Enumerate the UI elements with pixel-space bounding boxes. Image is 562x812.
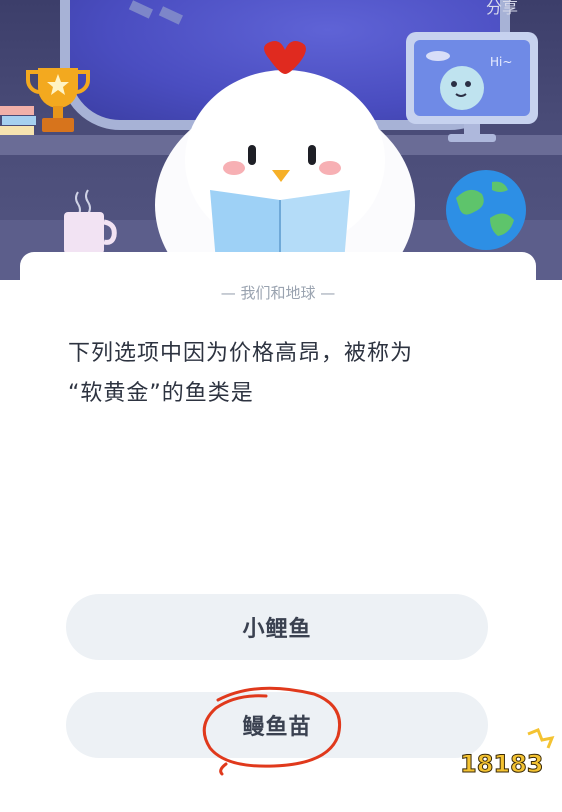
option-button-1[interactable]: 小鲤鱼: [66, 594, 488, 660]
quiz-category: — 我们和地球 —: [220, 284, 336, 302]
share-link[interactable]: 分享: [486, 0, 518, 18]
option-label-1: 小鲤鱼: [242, 617, 312, 642]
mascot-chick: [155, 41, 415, 280]
site-watermark-logo: 18183: [460, 728, 555, 779]
satellite-icon: [128, 0, 183, 25]
books-icon: [0, 106, 36, 135]
hero-illustration: Hi~ 分享: [0, 0, 562, 280]
watermark-text: 18183: [460, 750, 544, 778]
cup-icon: [64, 189, 117, 254]
monitor-greeting: Hi~: [490, 55, 512, 69]
option-label-2: 鳗鱼苗: [242, 715, 312, 740]
globe-icon: [446, 170, 526, 250]
quiz-question: 下列选项中因为价格高昂，被称为 “软黄金”的鱼类是: [68, 334, 498, 414]
option-button-2[interactable]: 鳗鱼苗: [66, 692, 488, 758]
question-line-1: 下列选项中因为价格高昂，被称为: [68, 341, 414, 366]
question-line-2: “软黄金”的鱼类是: [68, 381, 254, 406]
